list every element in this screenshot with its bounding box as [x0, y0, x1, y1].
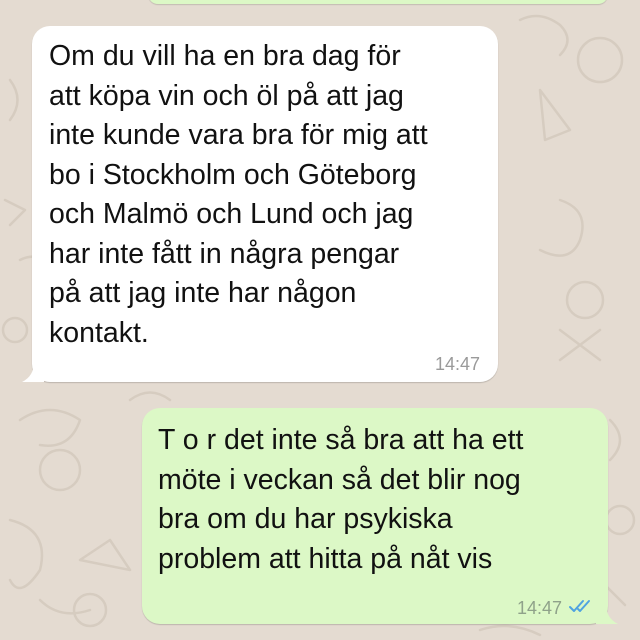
incoming-message-bubble[interactable]: Om du vill ha en bra dag för att köpa vi… [22, 26, 498, 382]
message-meta: 14:47 [517, 598, 594, 618]
double-check-read-icon [568, 598, 594, 618]
outgoing-message-bubble[interactable]: T o r det inte så bra att ha ett möte i … [142, 408, 618, 624]
message-meta: 14:47 [435, 354, 480, 374]
bubble-tail [596, 604, 618, 624]
message-timestamp: 14:47 [516, 598, 562, 618]
message-text: T o r det inte så bra att ha ett möte i … [158, 424, 524, 575]
bubble-tail [22, 362, 44, 382]
message-timestamp: 14:47 [434, 354, 480, 374]
message-text: Om du vill ha en bra dag för att köpa vi… [49, 40, 428, 349]
previous-outgoing-bubble-edge [148, 0, 608, 4]
